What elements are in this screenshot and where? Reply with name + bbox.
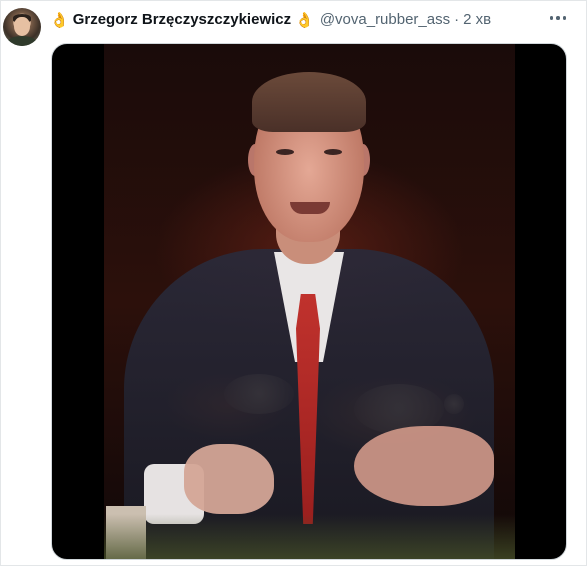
avatar[interactable] (3, 8, 41, 46)
tweet-header: 👌 Grzegorz Brzęczyszczykiewicz 👌 @vova_r… (50, 10, 491, 30)
ok-hand-emoji: 👌 (295, 11, 314, 29)
ok-hand-emoji: 👌 (50, 11, 69, 29)
left-hand (184, 444, 274, 514)
author-name[interactable]: Grzegorz Brzęczyszczykiewicz (73, 10, 291, 30)
video-frame[interactable] (104, 44, 515, 559)
author-handle[interactable]: @vova_rubber_ass (320, 10, 450, 30)
separator-dot: · (454, 11, 460, 28)
right-hand (354, 426, 494, 506)
timestamp[interactable]: 2 хв (463, 10, 491, 30)
more-options-icon[interactable] (547, 8, 569, 28)
media-container[interactable] (51, 43, 567, 560)
